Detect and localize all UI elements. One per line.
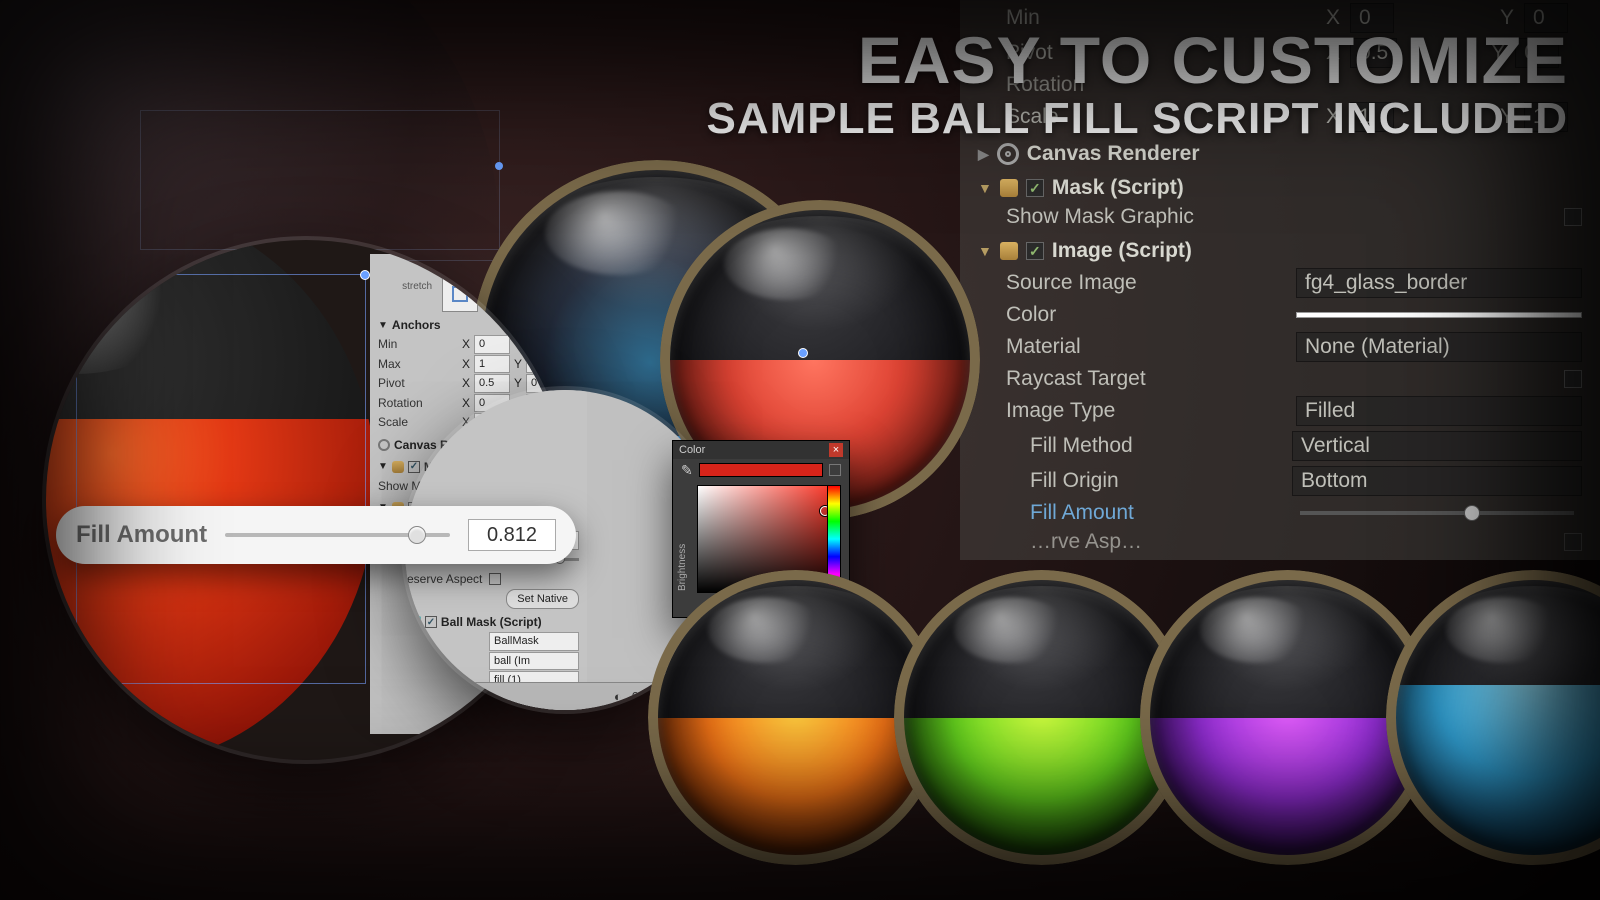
canvas-renderer-icon [997, 143, 1019, 165]
canvas-renderer-header[interactable]: Canvas Renderer [1027, 142, 1200, 166]
fill-method-field[interactable]: Vertical [1292, 431, 1582, 461]
stretch-v-label: stretch [402, 279, 432, 294]
raycast-target-checkbox[interactable] [1564, 370, 1582, 388]
fill-origin-label: Fill Origin [1030, 469, 1292, 493]
mask-icon [392, 461, 404, 473]
color-preset-icon[interactable] [829, 464, 841, 476]
fill-amount-label: Fill Amount [1030, 501, 1292, 525]
mini-script-label: Script [405, 632, 485, 650]
color-variants-row [648, 570, 1600, 890]
mask-component-icon [1000, 179, 1018, 197]
raycast-target-label: Raycast Target [1006, 367, 1564, 391]
show-mask-graphic-checkbox[interactable] [1564, 208, 1582, 226]
right-field[interactable]: 13.9999 [488, 285, 538, 304]
set-native-size-button[interactable]: Set Native [506, 589, 579, 610]
fill-origin-field[interactable]: Bottom [1292, 466, 1582, 496]
color-label: Color [1006, 303, 1296, 327]
mini-max-y[interactable]: 1 [526, 355, 562, 374]
material-label: Material [1006, 335, 1296, 359]
fill-amount-pill-slider[interactable] [225, 533, 450, 537]
image-component-icon [1000, 242, 1018, 260]
source-image-label: Source Image [1006, 271, 1296, 295]
preserve-aspect-label: …rve Asp… [1030, 530, 1564, 554]
color-picker-title: Color [679, 444, 705, 456]
right-label: Right [488, 270, 538, 285]
eyedropper-icon[interactable]: ✎ [681, 462, 693, 479]
headline-title: EASY TO CUSTOMIZE [707, 22, 1569, 98]
fill-amount-pill-label: Fill Amount [76, 521, 207, 549]
status-icon: ◐ [614, 689, 622, 704]
mini-ballmask-checkbox[interactable] [425, 616, 437, 628]
image-enabled-checkbox[interactable] [1026, 242, 1044, 260]
mask-enabled-checkbox[interactable] [1026, 179, 1044, 197]
selection-rect [76, 274, 366, 684]
image-header[interactable]: Image (Script) [1052, 239, 1192, 263]
mini-max-label: Max [378, 355, 458, 373]
color-swatch-field[interactable] [1296, 312, 1582, 318]
mini-mask-ref-label: Mask [405, 652, 485, 670]
mini-preserve-aspect-label: Preserve Aspect [405, 570, 485, 588]
fill-amount-slider[interactable] [1300, 511, 1574, 515]
script-icon [409, 616, 421, 628]
preserve-aspect-checkbox[interactable] [1564, 533, 1582, 551]
status-count-a: 0 [632, 689, 639, 704]
show-mask-graphic-label: Show Mask Graphic [1006, 205, 1564, 229]
mini-ballmask-header[interactable]: Ball Mask (Script) [441, 613, 542, 631]
editor-wireframe [140, 110, 500, 250]
source-image-field[interactable]: fg4_glass_border [1296, 268, 1582, 298]
mini-min-y[interactable]: 0 [526, 335, 562, 354]
variant-ball-cyan [1386, 570, 1600, 865]
headline-subtitle: SAMPLE BALL FILL SCRIPT INCLUDED [707, 94, 1569, 144]
mini-min-x[interactable]: 0 [474, 335, 510, 354]
image-type-label: Image Type [1006, 399, 1296, 423]
fill-method-label: Fill Method [1030, 434, 1292, 458]
mini-max-x[interactable]: 1 [474, 355, 510, 374]
mini-mask-ref-field[interactable]: ball (Im [489, 652, 579, 671]
image-type-field[interactable]: Filled [1296, 396, 1582, 426]
material-field[interactable]: None (Material) [1296, 332, 1582, 362]
stretch-h-label: stretch [445, 261, 475, 276]
close-button[interactable]: × [829, 443, 843, 457]
mini-preserve-aspect-checkbox[interactable] [489, 573, 501, 585]
mini-script-field[interactable]: BallMask [489, 632, 579, 651]
anchors-header[interactable]: Anchors [392, 316, 441, 334]
marketing-headline: EASY TO CUSTOMIZE SAMPLE BALL FILL SCRIP… [707, 22, 1569, 144]
mask-header[interactable]: Mask (Script) [1052, 176, 1184, 200]
fill-amount-pill-value[interactable]: 0.812 [468, 519, 556, 551]
mini-min-label: Min [378, 335, 458, 353]
fill-amount-pill: Fill Amount 0.812 [56, 506, 576, 564]
anchor-preset-button[interactable] [442, 276, 478, 312]
component-icon [378, 439, 390, 451]
selection-handle[interactable] [798, 348, 808, 358]
current-color-swatch[interactable] [699, 463, 823, 477]
